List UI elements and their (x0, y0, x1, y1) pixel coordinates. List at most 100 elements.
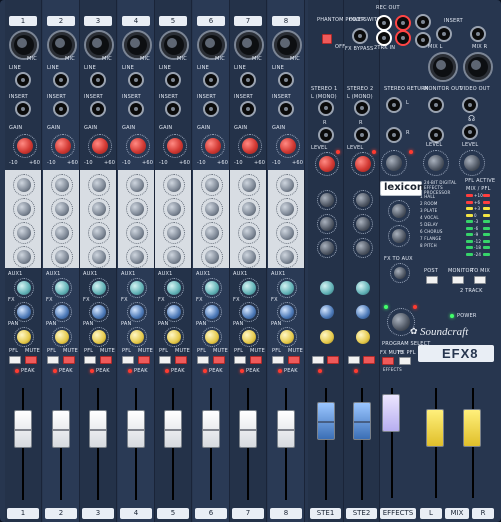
eq-knob-3[interactable] (92, 226, 106, 240)
fx-send-knob[interactable] (130, 305, 144, 319)
eq-knob-4[interactable] (130, 250, 144, 264)
eq-knob-3[interactable] (17, 226, 31, 240)
insert-jack[interactable] (128, 101, 144, 117)
stereo-r-jack[interactable] (354, 127, 370, 143)
eq-knob-4[interactable] (167, 250, 181, 264)
eq-knob-1[interactable] (55, 178, 69, 192)
stereo-level-knob[interactable] (319, 156, 335, 172)
aux1-knob[interactable] (242, 281, 256, 295)
two-track-in-r-rca[interactable] (395, 30, 411, 46)
eq-knob-4[interactable] (55, 250, 69, 264)
line-input-jack[interactable] (53, 72, 69, 88)
fx-send-knob[interactable] (55, 305, 69, 319)
stereo-fx-knob[interactable] (320, 305, 334, 319)
insert-jack[interactable] (278, 101, 294, 117)
eq-knob-2[interactable] (280, 202, 294, 216)
channel-fader[interactable] (89, 410, 107, 448)
eq-knob-3[interactable] (130, 226, 144, 240)
aux1-knob[interactable] (130, 281, 144, 295)
gain-knob[interactable] (167, 138, 183, 154)
pfl-button[interactable] (9, 356, 21, 364)
pan-knob[interactable] (205, 330, 219, 344)
mute-button[interactable] (213, 356, 225, 364)
mute-button[interactable] (25, 356, 37, 364)
stereo-level-knob[interactable] (355, 156, 371, 172)
mix-r-fader[interactable] (463, 409, 481, 447)
aux1-knob[interactable] (17, 281, 31, 295)
eq-knob-2[interactable] (205, 202, 219, 216)
stereo-eq-knob-2[interactable] (320, 217, 334, 231)
channel-fader[interactable] (202, 410, 220, 448)
stereo-return-r-jack[interactable] (386, 127, 402, 143)
gain-knob[interactable] (92, 138, 108, 154)
phones-level-knob[interactable] (464, 155, 480, 171)
stereo-mute-button[interactable] (363, 356, 375, 364)
eq-knob-1[interactable] (92, 178, 106, 192)
eq-knob-4[interactable] (280, 250, 294, 264)
stereo-fader[interactable] (353, 402, 371, 440)
line-input-jack[interactable] (240, 72, 256, 88)
stereo-aux1-knob[interactable] (356, 281, 370, 295)
phantom-power-button[interactable] (322, 34, 332, 44)
stereo-balance-knob[interactable] (320, 330, 334, 344)
channel-fader[interactable] (127, 410, 145, 448)
stereo-r-jack[interactable] (318, 127, 334, 143)
insert-jack[interactable] (240, 101, 256, 117)
gain-knob[interactable] (55, 138, 71, 154)
eq-knob-4[interactable] (242, 250, 256, 264)
stereo-eq-knob-3[interactable] (320, 241, 334, 255)
insert-jack[interactable] (15, 101, 31, 117)
eq-knob-4[interactable] (92, 250, 106, 264)
channel-fader[interactable] (164, 410, 182, 448)
monitor-out-r-jack[interactable] (428, 127, 444, 143)
stereo-fx-knob[interactable] (356, 305, 370, 319)
mix-l-xlr[interactable] (428, 52, 458, 82)
fx-send-knob[interactable] (242, 305, 256, 319)
pan-knob[interactable] (167, 330, 181, 344)
pan-knob[interactable] (55, 330, 69, 344)
aux1-knob[interactable] (92, 281, 106, 295)
fx-send-knob[interactable] (167, 305, 181, 319)
eq-knob-2[interactable] (130, 202, 144, 216)
pan-knob[interactable] (242, 330, 256, 344)
pfl-button[interactable] (197, 356, 209, 364)
fx-time-knob[interactable] (392, 204, 406, 218)
eq-knob-2[interactable] (55, 202, 69, 216)
gain-knob[interactable] (17, 138, 33, 154)
stereo-l-jack[interactable] (318, 100, 334, 116)
gain-knob[interactable] (280, 138, 296, 154)
eq-knob-4[interactable] (17, 250, 31, 264)
insert-jack[interactable] (90, 101, 106, 117)
eq-knob-3[interactable] (55, 226, 69, 240)
channel-fader[interactable] (239, 410, 257, 448)
gain-knob[interactable] (130, 138, 146, 154)
pan-knob[interactable] (17, 330, 31, 344)
eq-knob-2[interactable] (167, 202, 181, 216)
line-input-jack[interactable] (90, 72, 106, 88)
eq-knob-3[interactable] (205, 226, 219, 240)
eq-knob-2[interactable] (92, 202, 106, 216)
stereo-fader[interactable] (317, 402, 335, 440)
stereo-mute-button[interactable] (327, 356, 339, 364)
line-input-jack[interactable] (165, 72, 181, 88)
rec-out-l-rca[interactable] (376, 15, 392, 31)
mute-button[interactable] (288, 356, 300, 364)
stereo-return-l-jack[interactable] (386, 97, 402, 113)
line-input-jack[interactable] (278, 72, 294, 88)
effects-fader[interactable] (382, 394, 400, 432)
stereo-aux1-knob[interactable] (320, 281, 334, 295)
line-input-jack[interactable] (128, 72, 144, 88)
mute-button[interactable] (175, 356, 187, 364)
pfl-button[interactable] (234, 356, 246, 364)
stereo-eq-knob-1[interactable] (320, 193, 334, 207)
monitor-level-knob[interactable] (428, 155, 444, 171)
pan-knob[interactable] (92, 330, 106, 344)
eq-knob-2[interactable] (17, 202, 31, 216)
fx-to-aux-knob[interactable] (394, 267, 406, 279)
stereo-l-jack[interactable] (354, 100, 370, 116)
eq-knob-1[interactable] (205, 178, 219, 192)
pfl-button[interactable] (122, 356, 134, 364)
insert-r-jack[interactable] (470, 26, 486, 42)
gain-knob[interactable] (205, 138, 221, 154)
stereo-eq-knob-3[interactable] (356, 241, 370, 255)
